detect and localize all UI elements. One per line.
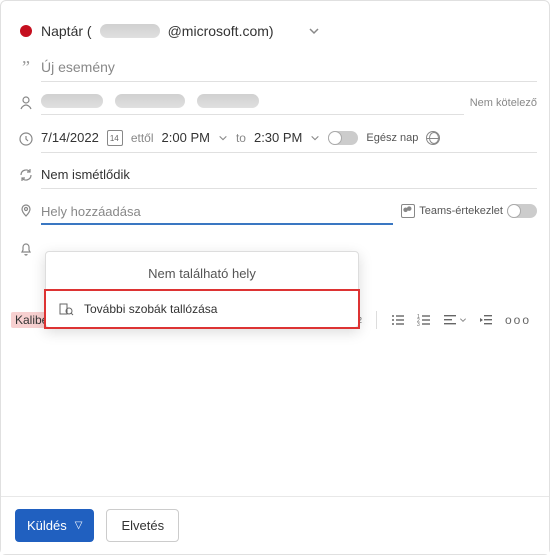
- calendar-selector-row: Naptár ( @microsoft.com): [11, 13, 537, 49]
- attendees-row: Nem kötelező: [11, 85, 537, 121]
- bell-icon: [11, 241, 41, 257]
- numbered-list-button[interactable]: 123: [417, 313, 431, 327]
- location-suggestions-dropdown: Nem található hely További szobák tallóz…: [45, 251, 359, 328]
- recurrence-select[interactable]: Nem ismétlődik: [41, 161, 537, 189]
- bullet-list-button[interactable]: [391, 313, 405, 327]
- allday-label: Egész nap: [366, 132, 418, 144]
- attendee-pill: [197, 94, 259, 108]
- align-button[interactable]: [443, 313, 467, 327]
- location-input[interactable]: Hely hozzáadása: [41, 198, 393, 225]
- location-placeholder: Hely hozzáadása: [41, 204, 141, 219]
- timezone-icon[interactable]: [426, 131, 440, 145]
- browse-more-rooms-item[interactable]: További szobák tallózása: [44, 289, 360, 329]
- clock-icon: [11, 131, 41, 147]
- attendee-pill: [41, 94, 103, 108]
- calendar-select[interactable]: Naptár ( @microsoft.com): [41, 23, 537, 39]
- date-value[interactable]: 7/14/2022: [41, 130, 99, 145]
- calendar-prefix: Naptár (: [41, 23, 92, 39]
- calendar-email-suffix: @microsoft.com): [168, 23, 274, 39]
- discard-button-label: Elvetés: [121, 518, 164, 533]
- teams-icon: [401, 204, 415, 218]
- teams-meeting-label: Teams-értekezlet: [419, 205, 503, 217]
- recurrence-row: Nem ismétlődik: [11, 157, 537, 193]
- chevron-down-icon: ▽: [75, 520, 83, 531]
- calendar-icon[interactable]: [107, 130, 123, 146]
- redacted-name: [100, 24, 160, 38]
- attendee-input[interactable]: [41, 92, 464, 115]
- dialog-footer: Küldés ▽ Elvetés: [1, 496, 549, 554]
- quote-icon: ”: [11, 57, 41, 78]
- recurrence-label: Nem ismétlődik: [41, 167, 130, 182]
- chevron-down-icon[interactable]: [310, 133, 320, 143]
- teams-meeting-toggle[interactable]: [507, 204, 537, 218]
- send-button-label: Küldés: [27, 518, 67, 533]
- allday-toggle[interactable]: [328, 131, 358, 145]
- svg-text:3: 3: [417, 322, 420, 327]
- attendee-pill: [115, 94, 185, 108]
- outdent-button[interactable]: [479, 313, 493, 327]
- browse-more-rooms-label: További szobák tallózása: [84, 302, 217, 316]
- building-search-icon: [58, 301, 74, 317]
- event-title-input[interactable]: [41, 53, 537, 82]
- chevron-down-icon: [308, 25, 320, 37]
- end-time[interactable]: 2:30 PM: [254, 130, 302, 145]
- repeat-icon: [11, 167, 41, 183]
- datetime-row: 7/14/2022 ettől 2:00 PM to 2:30 PM Egész…: [11, 121, 537, 157]
- to-label: to: [236, 131, 246, 145]
- person-icon: [11, 95, 41, 111]
- calendar-color-dot: [20, 25, 32, 37]
- from-label: ettől: [131, 131, 154, 145]
- chevron-down-icon[interactable]: [218, 133, 228, 143]
- location-icon: [11, 203, 41, 219]
- discard-button[interactable]: Elvetés: [106, 509, 179, 542]
- location-row: Hely hozzáadása Teams-értekezlet: [11, 193, 537, 229]
- no-location-found-msg: Nem található hely: [46, 252, 358, 291]
- send-button[interactable]: Küldés ▽: [15, 509, 94, 542]
- optional-attendees-link[interactable]: Nem kötelező: [470, 97, 537, 109]
- start-time[interactable]: 2:00 PM: [162, 130, 210, 145]
- title-row: ”: [11, 49, 537, 85]
- more-formatting-button[interactable]: ooo: [505, 313, 531, 327]
